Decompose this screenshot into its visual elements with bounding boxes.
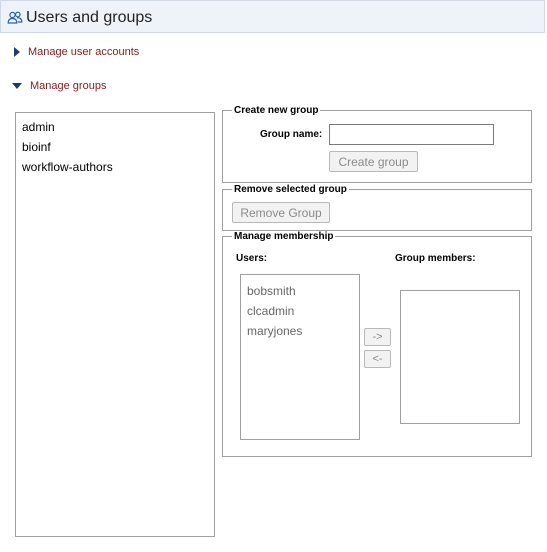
group-members-listbox[interactable]: [400, 290, 520, 424]
user-item-clcadmin[interactable]: clcadmin: [247, 301, 359, 321]
users-label: Users:: [236, 253, 268, 264]
page-header: Users and groups: [0, 0, 545, 33]
expand-triangle-icon: [14, 47, 20, 58]
remove-group-button[interactable]: Remove Group: [232, 202, 330, 223]
page-title: Users and groups: [26, 9, 153, 26]
group-name-label: Group name:: [260, 129, 323, 140]
manage-user-accounts-label: Manage user accounts: [28, 46, 140, 58]
group-name-input[interactable]: [329, 124, 494, 145]
group-item-bioinf[interactable]: bioinf: [22, 137, 214, 157]
collapse-triangle-icon: [12, 83, 22, 90]
create-group-legend: Create new group: [234, 105, 319, 116]
group-item-workflow-authors[interactable]: workflow-authors: [22, 157, 214, 177]
create-group-button[interactable]: Create group: [329, 151, 418, 172]
user-item-maryjones[interactable]: maryjones: [247, 321, 359, 341]
users-icon: [7, 10, 23, 26]
group-members-label: Group members:: [395, 253, 476, 264]
manage-user-accounts-toggle[interactable]: Manage user accounts: [14, 46, 139, 58]
add-member-button[interactable]: ->: [364, 328, 391, 346]
user-item-bobsmith[interactable]: bobsmith: [247, 281, 359, 301]
manage-groups-toggle[interactable]: Manage groups: [12, 80, 106, 92]
remove-group-legend: Remove selected group: [234, 184, 347, 195]
manage-membership-legend: Manage membership: [234, 231, 334, 242]
remove-member-button[interactable]: <-: [364, 350, 391, 368]
manage-groups-label: Manage groups: [30, 80, 107, 92]
group-item-admin[interactable]: admin: [22, 117, 214, 137]
users-listbox[interactable]: bobsmith clcadmin maryjones: [240, 274, 360, 440]
groups-listbox[interactable]: admin bioinf workflow-authors: [15, 112, 215, 537]
